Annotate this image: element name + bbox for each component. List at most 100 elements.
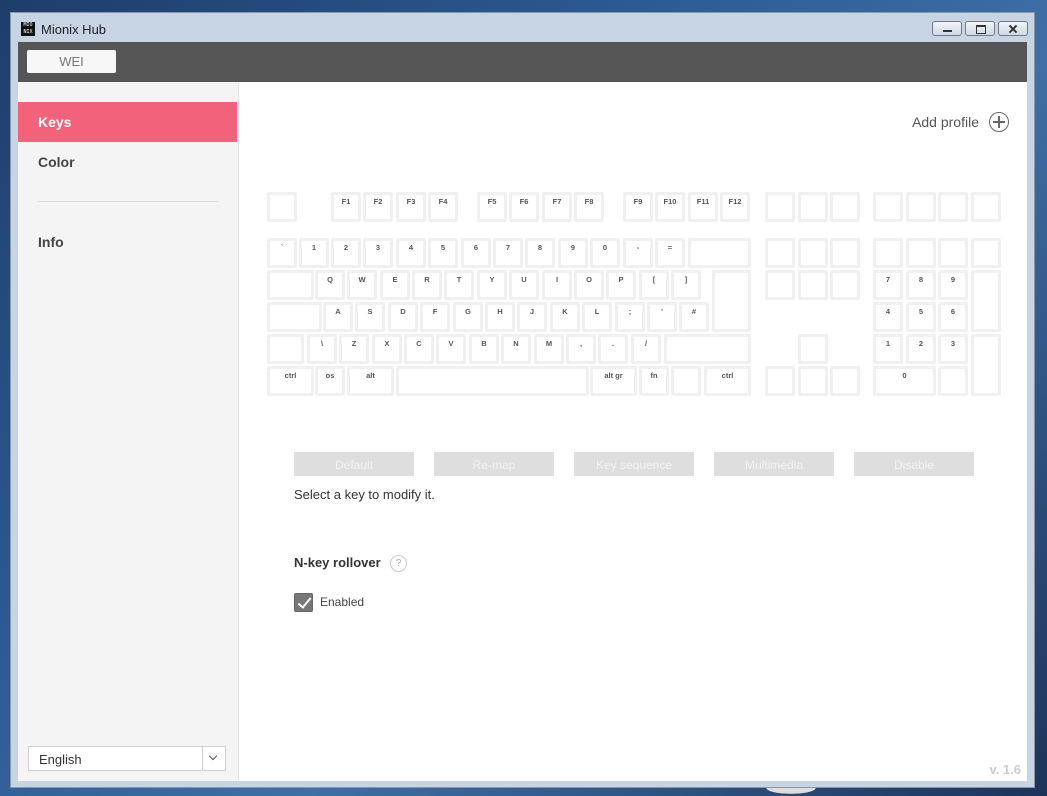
keyboard-key[interactable]: G <box>453 302 483 332</box>
keyboard-key[interactable] <box>765 192 795 222</box>
keyboard-key[interactable]: F3 <box>396 192 426 222</box>
keyboard-key[interactable] <box>971 270 1001 332</box>
keyboard-key[interactable] <box>798 270 828 300</box>
keyboard-key[interactable] <box>798 334 828 364</box>
keyboard-key[interactable]: P <box>606 270 636 300</box>
keyboard-key[interactable]: F9 <box>623 192 653 222</box>
keyboard-key[interactable]: X <box>372 334 402 364</box>
keyboard-key[interactable]: Y <box>477 270 507 300</box>
keyboard-key[interactable]: E <box>380 270 410 300</box>
keyboard-key[interactable]: [ <box>639 270 669 300</box>
keyboard-key[interactable]: - <box>623 238 653 268</box>
keyboard-key[interactable]: Q <box>315 270 345 300</box>
keyboard-key[interactable]: alt <box>347 366 394 396</box>
keyboard-key[interactable]: 0 <box>873 366 936 396</box>
keyboard-key[interactable]: 9 <box>558 238 588 268</box>
keyboard-key[interactable] <box>267 270 314 300</box>
keyboard-key[interactable]: F2 <box>363 192 393 222</box>
keyboard-key[interactable]: U <box>509 270 539 300</box>
keyboard-key[interactable] <box>971 238 1001 268</box>
keyboard-key[interactable]: 9 <box>938 270 968 300</box>
help-icon[interactable]: ? <box>390 555 407 572</box>
keyboard-key[interactable]: 8 <box>906 270 936 300</box>
keyboard-key[interactable]: 4 <box>396 238 426 268</box>
keyboard-key[interactable] <box>971 192 1001 222</box>
keyboard-key[interactable]: 0 <box>590 238 620 268</box>
keyboard-key[interactable]: = <box>655 238 685 268</box>
keyboard-key[interactable]: I <box>542 270 572 300</box>
keyboard-key[interactable]: 7 <box>873 270 903 300</box>
keyboard-key[interactable] <box>906 238 936 268</box>
keyboard-key[interactable]: ' <box>647 302 677 332</box>
keyboard-key[interactable]: K <box>550 302 580 332</box>
keyboard-key[interactable]: F10 <box>655 192 685 222</box>
keyboard-key[interactable] <box>873 238 903 268</box>
keyboard-key[interactable]: F12 <box>720 192 750 222</box>
disable-button[interactable]: Disable <box>854 452 974 476</box>
keyboard-key[interactable]: T <box>444 270 474 300</box>
keyboard-key[interactable]: V <box>436 334 466 364</box>
sidebar-item-keys[interactable]: Keys <box>18 102 237 142</box>
keyboard-key[interactable] <box>267 302 322 332</box>
keyboard-key[interactable] <box>971 334 1001 396</box>
keyboard-key[interactable]: F <box>420 302 450 332</box>
device-tab-wei[interactable]: WEI <box>27 50 116 73</box>
keyboard-key[interactable]: S <box>355 302 385 332</box>
multimedia-button[interactable]: Multimedia <box>714 452 834 476</box>
keyboard-key[interactable]: # <box>679 302 709 332</box>
keyboard-key[interactable]: , <box>566 334 596 364</box>
keyboard-key[interactable] <box>765 238 795 268</box>
close-button[interactable] <box>998 21 1028 36</box>
keyboard-key[interactable]: 7 <box>493 238 523 268</box>
keyboard-key[interactable]: A <box>323 302 353 332</box>
keyboard-key[interactable] <box>830 238 860 268</box>
title-bar[interactable]: MIO NIX Mionix Hub <box>11 13 1034 43</box>
enabled-checkbox[interactable] <box>294 593 313 612</box>
keyboard-key[interactable]: L <box>582 302 612 332</box>
keyboard-key[interactable]: C <box>404 334 434 364</box>
keyboard-key[interactable] <box>906 192 936 222</box>
keyboard-key[interactable]: ctrl <box>704 366 751 396</box>
keyboard-key[interactable]: 6 <box>461 238 491 268</box>
keyboard-key[interactable]: 8 <box>525 238 555 268</box>
maximize-button[interactable] <box>965 21 995 36</box>
keyboard-key[interactable]: N <box>501 334 531 364</box>
remap-button[interactable]: Re-map <box>434 452 554 476</box>
keyboard-key[interactable]: ctrl <box>267 366 314 396</box>
keyboard-key[interactable] <box>798 238 828 268</box>
keyboard-key[interactable] <box>688 238 751 268</box>
keyboard-key[interactable]: 1 <box>299 238 329 268</box>
keyboard-key[interactable]: ; <box>615 302 645 332</box>
keyboard-key[interactable]: F11 <box>688 192 718 222</box>
keyboard-key[interactable]: . <box>598 334 628 364</box>
keyboard-key[interactable]: F7 <box>542 192 572 222</box>
keyboard-key[interactable] <box>267 192 297 222</box>
keyboard-key[interactable] <box>765 270 795 300</box>
keyboard-key[interactable]: 1 <box>873 334 903 364</box>
keyboard-key[interactable] <box>830 192 860 222</box>
keyboard-key[interactable]: H <box>485 302 515 332</box>
keyboard-key[interactable]: 5 <box>428 238 458 268</box>
keyboard-key[interactable] <box>938 366 968 396</box>
keyboard-key[interactable]: J <box>517 302 547 332</box>
keyboard-key[interactable]: os <box>315 366 345 396</box>
keyboard-key[interactable]: fn <box>639 366 669 396</box>
key-sequence-button[interactable]: Key sequence <box>574 452 694 476</box>
keyboard-key[interactable] <box>664 334 751 364</box>
keyboard-key[interactable] <box>938 192 968 222</box>
chevron-down-icon[interactable] <box>202 747 225 770</box>
keyboard-key[interactable]: F6 <box>509 192 539 222</box>
keyboard-key[interactable] <box>765 366 795 396</box>
keyboard-key[interactable] <box>798 192 828 222</box>
minimize-button[interactable] <box>932 21 962 36</box>
keyboard-key[interactable]: 2 <box>331 238 361 268</box>
keyboard-key[interactable]: M <box>534 334 564 364</box>
keyboard-key[interactable] <box>830 270 860 300</box>
keyboard-key[interactable]: 3 <box>938 334 968 364</box>
keyboard-key[interactable] <box>873 192 903 222</box>
keyboard-key[interactable]: \ <box>307 334 337 364</box>
keyboard-key[interactable] <box>267 334 304 364</box>
keyboard-key[interactable]: F8 <box>574 192 604 222</box>
keyboard-key[interactable]: F4 <box>428 192 458 222</box>
keyboard-key[interactable]: F1 <box>331 192 361 222</box>
